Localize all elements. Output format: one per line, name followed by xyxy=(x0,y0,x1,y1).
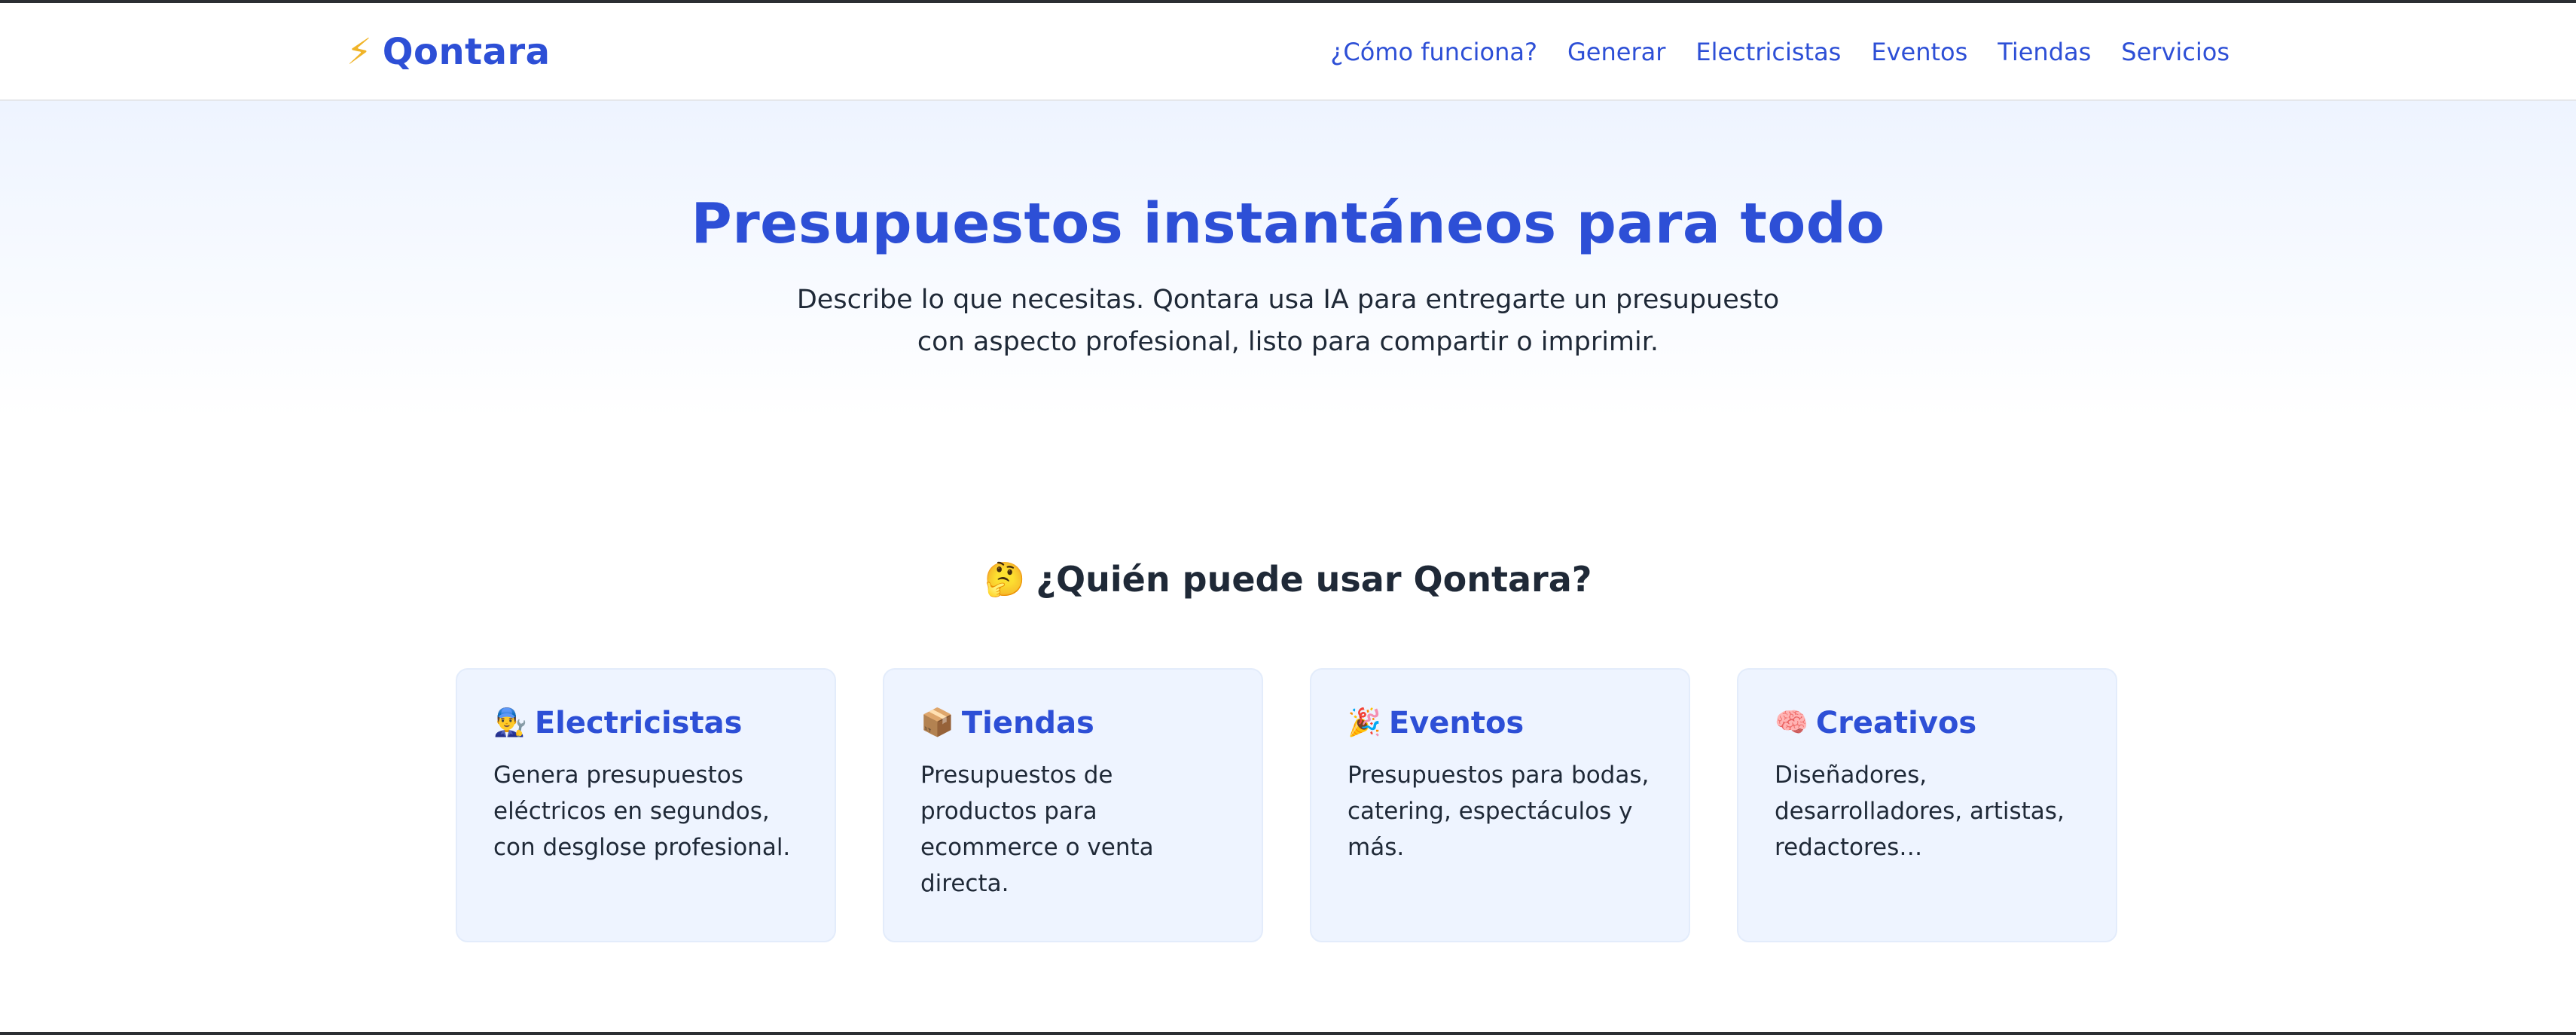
card-header: 🧠 Creativos xyxy=(1775,706,2081,740)
card-title: Electricistas xyxy=(534,706,743,740)
brain-icon: 🧠 xyxy=(1775,707,1808,738)
card-tiendas: 📦 Tiendas Presupuestos de productos para… xyxy=(883,668,1263,942)
card-eventos: 🎉 Eventos Presupuestos para bodas, cater… xyxy=(1310,668,1690,942)
hero-title: Presupuestos instantáneos para todo xyxy=(691,191,1885,256)
nav-link-tiendas[interactable]: Tiendas xyxy=(1998,38,2091,66)
top-navbar: ⚡ Qontara ¿Cómo funciona? Generar Electr… xyxy=(0,3,2576,101)
card-title: Tiendas xyxy=(961,706,1094,740)
brand-logo-link[interactable]: ⚡ Qontara xyxy=(346,26,551,78)
nav-link-generar[interactable]: Generar xyxy=(1567,38,1665,66)
hero-subtitle: Describe lo que necesitas. Qontara usa I… xyxy=(796,285,1780,357)
package-icon: 📦 xyxy=(920,707,954,738)
nav-link-como-funciona[interactable]: ¿Cómo funciona? xyxy=(1330,38,1537,66)
page: ⚡ Qontara ¿Cómo funciona? Generar Electr… xyxy=(0,0,2576,1035)
who-section-title: 🤔 ¿Quién puede usar Qontara? xyxy=(0,559,2576,600)
card-description: Diseñadores, desarrolladores, artistas, … xyxy=(1775,762,2065,861)
card-header: 🎉 Eventos xyxy=(1348,706,1654,740)
lightning-bolt-icon: ⚡ xyxy=(346,31,372,73)
hero-section: Presupuestos instantáneos para todo Desc… xyxy=(0,101,2576,417)
who-section-title-text: ¿Quién puede usar Qontara? xyxy=(1036,559,1592,600)
card-electricistas: 👨‍🔧 Electricistas Genera presupuestos el… xyxy=(456,668,836,942)
nav-link-electricistas[interactable]: Electricistas xyxy=(1695,38,1841,66)
card-header: 📦 Tiendas xyxy=(920,706,1227,740)
thinking-face-icon: 🤔 xyxy=(984,560,1026,599)
nav-link-servicios[interactable]: Servicios xyxy=(2121,38,2230,66)
card-description: Presupuestos de productos para ecommerce… xyxy=(920,762,1154,897)
audience-cards: 👨‍🔧 Electricistas Genera presupuestos el… xyxy=(456,668,2120,942)
card-title: Creativos xyxy=(1815,706,1977,740)
card-header: 👨‍🔧 Electricistas xyxy=(493,706,800,740)
main-nav: ¿Cómo funciona? Generar Electricistas Ev… xyxy=(1330,26,2230,78)
card-description: Genera presupuestos eléctricos en segund… xyxy=(493,762,791,861)
card-title: Eventos xyxy=(1388,706,1525,740)
party-popper-icon: 🎉 xyxy=(1348,707,1381,738)
brand-name: Qontara xyxy=(382,31,551,73)
electrician-icon: 👨‍🔧 xyxy=(493,707,527,738)
card-description: Presupuestos para bodas, catering, espec… xyxy=(1348,762,1650,861)
nav-link-eventos[interactable]: Eventos xyxy=(1871,38,1967,66)
card-creativos: 🧠 Creativos Diseñadores, desarrolladores… xyxy=(1737,668,2117,942)
